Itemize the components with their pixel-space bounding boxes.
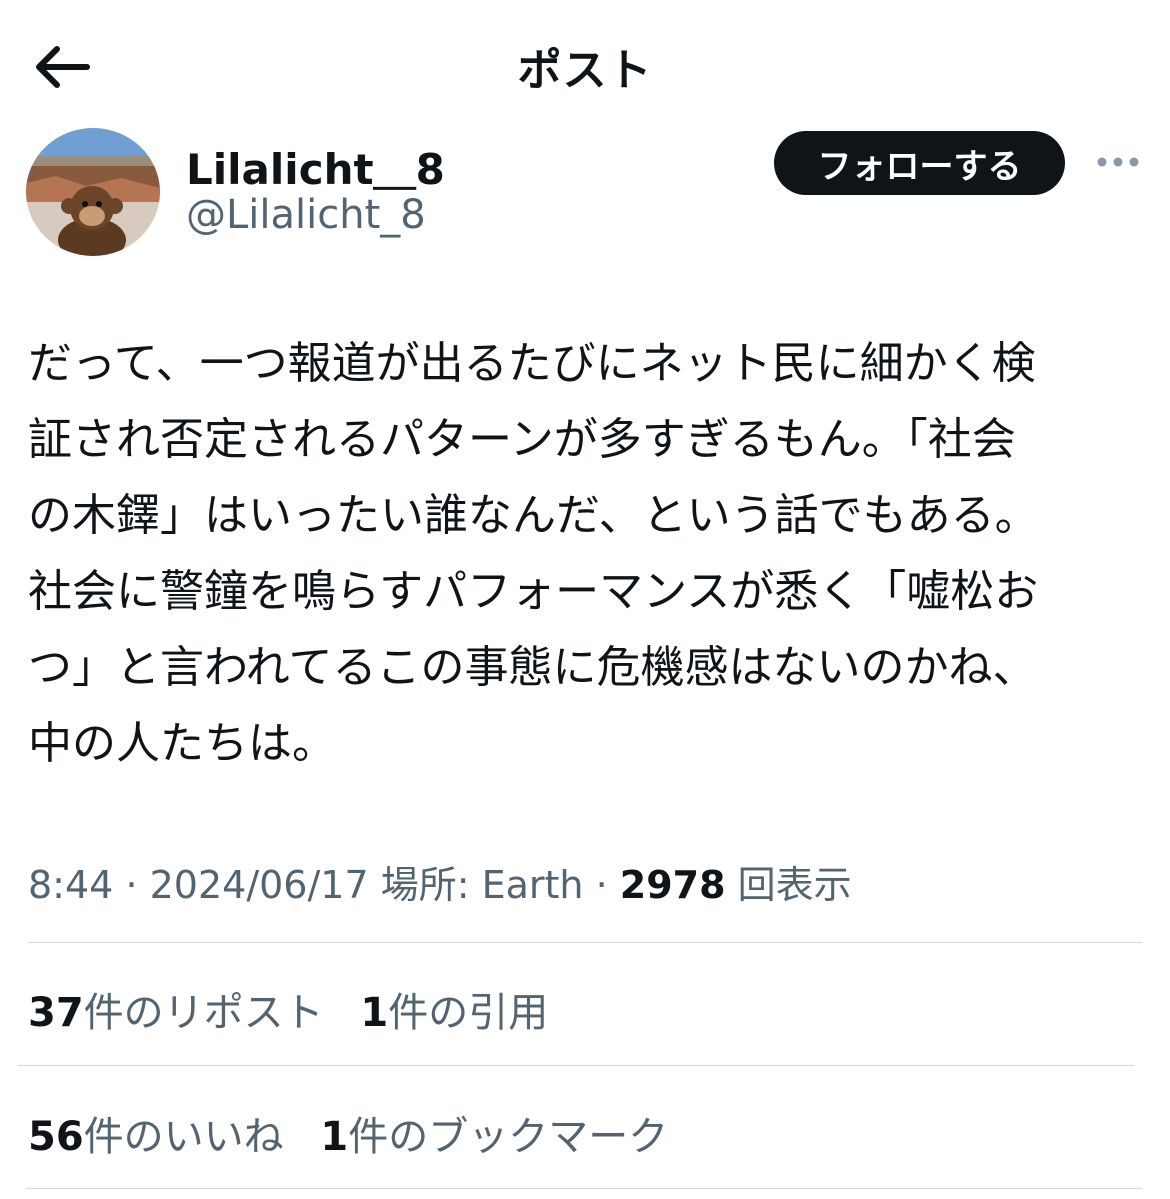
top-bar: ポスト bbox=[0, 0, 1170, 132]
reposts-count: 37 bbox=[28, 990, 84, 1036]
quotes-label: 件の引用 bbox=[388, 990, 549, 1036]
post-location: 場所: Earth bbox=[380, 863, 584, 907]
post-text-line: だって、一つ報道が出るたびにネット民に細かく検 bbox=[28, 338, 1036, 389]
post-time[interactable]: 8:44 bbox=[28, 863, 113, 907]
stats-row-likes: 56件のいいね 1件のブックマーク bbox=[28, 1104, 668, 1162]
stats-row-reposts: 37件のリポスト 1件の引用 bbox=[28, 980, 548, 1038]
post-text: だって、一つ報道が出るたびにネット民に細かく検 証され否定されるパターンが多すぎ… bbox=[28, 326, 1148, 782]
bookmarks-count: 1 bbox=[320, 1114, 349, 1160]
divider bbox=[26, 1188, 1142, 1189]
bookmarks-stat[interactable]: 1件のブックマーク bbox=[320, 1104, 668, 1162]
reposts-label: 件のリポスト bbox=[83, 990, 324, 1036]
likes-stat[interactable]: 56件のいいね bbox=[28, 1104, 284, 1162]
likes-label: 件のいいね bbox=[83, 1114, 284, 1160]
post-text-line: つ」と言われてるこの事態に危機感はないのかね、 bbox=[28, 642, 1037, 693]
views-count: 2978 bbox=[619, 863, 726, 907]
author-handle[interactable]: @Lilalicht_8 bbox=[186, 192, 426, 238]
reposts-stat[interactable]: 37件のリポスト bbox=[28, 980, 324, 1038]
quotes-count: 1 bbox=[360, 990, 389, 1036]
separator: · bbox=[125, 863, 150, 907]
avatar[interactable] bbox=[26, 128, 160, 256]
post-text-line: 中の人たちは。 bbox=[28, 718, 336, 769]
more-horizontal-icon bbox=[1097, 157, 1139, 167]
page-title: ポスト bbox=[517, 45, 653, 96]
author-display-name[interactable]: Lilalicht＿8 bbox=[186, 136, 445, 197]
divider bbox=[28, 942, 1142, 943]
quotes-stat[interactable]: 1件の引用 bbox=[360, 980, 548, 1038]
likes-count: 56 bbox=[28, 1114, 84, 1160]
post-text-line: 証され否定されるパターンが多すぎるもん。「社会 bbox=[28, 414, 1016, 465]
avatar-image bbox=[26, 128, 160, 256]
post-metadata: 8:44 · 2024/06/17 場所: Earth · 2978 回表示 bbox=[28, 854, 852, 909]
bookmarks-label: 件のブックマーク bbox=[348, 1114, 669, 1160]
separator: · bbox=[595, 863, 620, 907]
post-text-line: 社会に警鐘を鳴らすパフォーマンスが悉く「嘘松お bbox=[28, 566, 1039, 617]
more-options-button[interactable] bbox=[1090, 140, 1146, 184]
follow-button[interactable]: フォローする bbox=[774, 131, 1065, 195]
divider bbox=[18, 1065, 1134, 1066]
post-date[interactable]: 2024/06/17 bbox=[150, 863, 369, 907]
views-label: 回表示 bbox=[737, 863, 852, 907]
post-text-line: の木鐸」はいったい誰なんだ、という話でもある。 bbox=[28, 490, 1039, 541]
